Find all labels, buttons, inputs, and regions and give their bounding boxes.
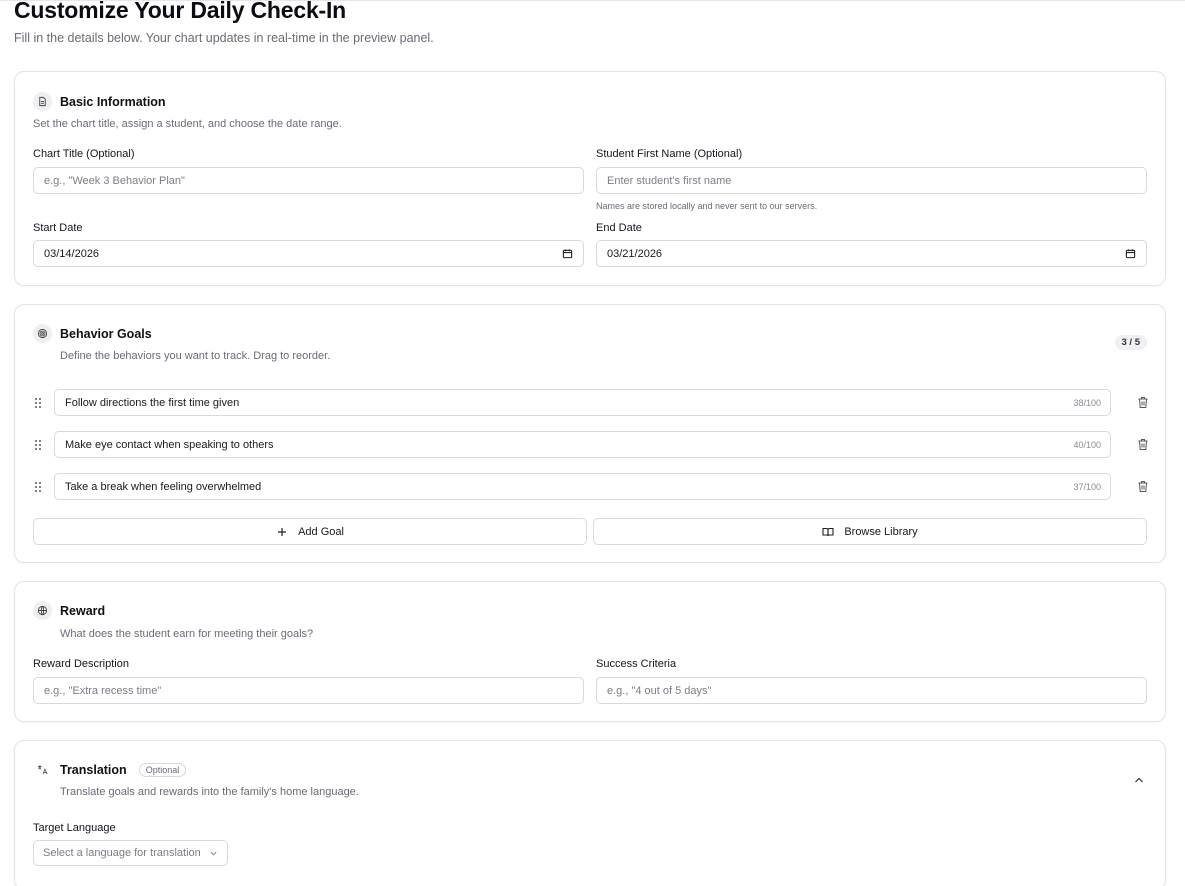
chevron-up-icon[interactable] bbox=[1133, 774, 1145, 786]
reward-header: Reward bbox=[33, 601, 105, 620]
page-subtitle: Fill in the details below. Your chart up… bbox=[14, 31, 434, 45]
behavior-goals-description: Define the behaviors you want to track. … bbox=[60, 350, 331, 362]
start-date-value: 03/14/2026 bbox=[44, 247, 100, 260]
chart-title-input[interactable] bbox=[33, 167, 584, 194]
goal-row: Follow directions the first time given 3… bbox=[33, 389, 1149, 416]
goal-text: Make eye contact when speaking to others bbox=[65, 438, 274, 451]
add-goal-label: Add Goal bbox=[298, 525, 344, 538]
translate-icon bbox=[33, 760, 52, 779]
goal-row: Take a break when feeling overwhelmed 37… bbox=[33, 473, 1149, 500]
student-name-label: Student First Name (Optional) bbox=[596, 148, 743, 160]
goal-char-count: 38/100 bbox=[1073, 397, 1101, 408]
goal-count-badge: 3 / 5 bbox=[1114, 335, 1147, 350]
success-criteria-input[interactable] bbox=[596, 677, 1147, 704]
basic-information-card: Basic Information Set the chart title, a… bbox=[14, 71, 1166, 286]
goal-char-count: 37/100 bbox=[1073, 481, 1101, 492]
translation-title: Translation bbox=[60, 762, 127, 777]
reward-description-label: Reward Description bbox=[33, 658, 129, 670]
goal-input[interactable]: Take a break when feeling overwhelmed 37… bbox=[54, 473, 1111, 500]
translation-card: Translation Optional Translate goals and… bbox=[14, 740, 1166, 886]
plus-icon bbox=[278, 527, 287, 536]
reward-description-input[interactable] bbox=[33, 677, 584, 704]
browse-library-label: Browse Library bbox=[844, 525, 918, 538]
success-criteria-label: Success Criteria bbox=[596, 658, 677, 670]
translation-header[interactable]: Translation Optional bbox=[33, 760, 187, 779]
drag-handle-icon[interactable] bbox=[33, 481, 43, 493]
target-language-placeholder: Select a language for translation bbox=[43, 847, 201, 859]
end-date-input[interactable]: 03/21/2026 bbox=[596, 240, 1147, 267]
goal-text: Take a break when feeling overwhelmed bbox=[65, 480, 262, 493]
drag-handle-icon[interactable] bbox=[33, 397, 43, 409]
goal-row: Make eye contact when speaking to others… bbox=[33, 431, 1149, 458]
trash-icon[interactable] bbox=[1137, 396, 1149, 409]
trash-icon[interactable] bbox=[1137, 480, 1149, 493]
student-name-input[interactable] bbox=[596, 167, 1147, 194]
basic-information-header: Basic Information bbox=[33, 92, 166, 111]
basic-information-description: Set the chart title, assign a student, a… bbox=[33, 118, 342, 130]
end-date-label: End Date bbox=[596, 222, 642, 234]
target-language-select[interactable]: Select a language for translation bbox=[33, 840, 228, 866]
goal-text: Follow directions the first time given bbox=[65, 396, 240, 409]
chevron-down-icon bbox=[210, 851, 217, 856]
book-icon bbox=[822, 527, 834, 536]
add-goal-button[interactable]: Add Goal bbox=[33, 518, 587, 545]
basic-information-title: Basic Information bbox=[60, 94, 166, 109]
start-date-label: Start Date bbox=[33, 222, 83, 234]
reward-card: Reward What does the student earn for me… bbox=[14, 581, 1166, 722]
student-name-help: Names are stored locally and never sent … bbox=[596, 201, 818, 211]
goal-input[interactable]: Make eye contact when speaking to others… bbox=[54, 431, 1111, 458]
behavior-goals-title: Behavior Goals bbox=[60, 326, 152, 341]
reward-description: What does the student earn for meeting t… bbox=[60, 628, 314, 640]
end-date-value: 03/21/2026 bbox=[607, 247, 663, 260]
translation-description: Translate goals and rewards into the fam… bbox=[60, 786, 359, 798]
optional-badge: Optional bbox=[138, 762, 187, 777]
page-title: Customize Your Daily Check-In bbox=[14, 0, 347, 23]
goal-char-count: 40/100 bbox=[1073, 439, 1101, 450]
drag-handle-icon[interactable] bbox=[33, 439, 43, 451]
goal-input[interactable]: Follow directions the first time given 3… bbox=[54, 389, 1111, 416]
behavior-goals-header: Behavior Goals bbox=[33, 324, 152, 343]
reward-title: Reward bbox=[60, 603, 106, 618]
behavior-goals-card: Behavior Goals Define the behaviors you … bbox=[14, 304, 1166, 563]
trash-icon[interactable] bbox=[1137, 438, 1149, 451]
start-date-input[interactable]: 03/14/2026 bbox=[33, 240, 584, 267]
chart-title-label: Chart Title (Optional) bbox=[33, 148, 135, 160]
globe-icon bbox=[33, 601, 52, 620]
calendar-icon[interactable] bbox=[1125, 248, 1136, 259]
calendar-icon[interactable] bbox=[562, 248, 573, 259]
target-language-label: Target Language bbox=[33, 822, 116, 834]
browse-library-button[interactable]: Browse Library bbox=[593, 518, 1147, 545]
document-icon bbox=[33, 92, 52, 111]
target-icon bbox=[33, 324, 52, 343]
